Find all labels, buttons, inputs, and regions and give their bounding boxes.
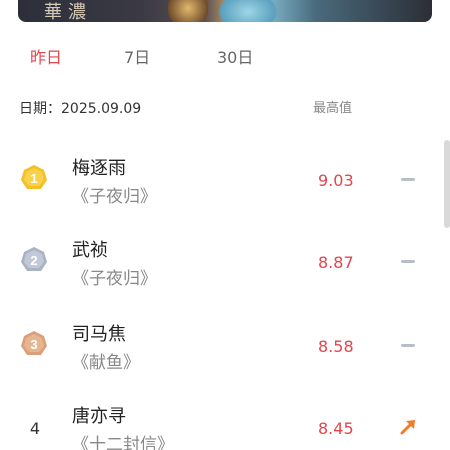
list-item[interactable]: 4 唐亦寻 《十二封信》 8.45: [0, 386, 450, 450]
score-value: 8.45: [318, 419, 354, 438]
ranking-page: 華濃 昨日 7日 30日 日期：2025.09.09 最高值 1 梅逐雨 《子夜…: [0, 0, 450, 450]
person-name: 武祯: [72, 240, 108, 261]
score-value: 8.87: [318, 253, 354, 272]
date-row: 日期：2025.09.09 最高值: [19, 98, 429, 120]
banner-figure: [168, 0, 208, 22]
score-value: 9.03: [318, 171, 354, 190]
max-value-header: 最高值: [313, 101, 353, 116]
list-item[interactable]: 3 司马焦 《献鱼》 8.58: [0, 304, 450, 384]
tab-30-days[interactable]: 30日: [217, 44, 253, 72]
banner-figure: [213, 0, 283, 22]
svg-text:2: 2: [30, 253, 37, 268]
person-name: 唐亦寻: [72, 406, 126, 427]
date-label: 日期：2025.09.09: [19, 101, 142, 117]
bronze-medal-icon: 3: [21, 331, 47, 355]
banner-image[interactable]: 華濃: [18, 0, 432, 22]
svg-text:1: 1: [30, 171, 37, 186]
person-name: 司马焦: [72, 324, 126, 345]
trend-flat-icon: [401, 344, 415, 347]
gold-medal-icon: 1: [21, 165, 47, 189]
list-item[interactable]: 2 武祯 《子夜归》 8.87: [0, 222, 450, 302]
period-tabs: 昨日 7日 30日: [0, 44, 450, 72]
drama-name: 《十二封信》: [72, 435, 174, 450]
list-item[interactable]: 1 梅逐雨 《子夜归》 9.03: [0, 140, 450, 220]
silver-medal-icon: 2: [21, 247, 47, 271]
svg-text:3: 3: [30, 337, 37, 352]
drama-name: 《献鱼》: [72, 353, 140, 373]
scrollbar[interactable]: [444, 140, 450, 228]
score-value: 8.58: [318, 337, 354, 356]
trend-up-icon: [400, 420, 415, 435]
tab-7-days[interactable]: 7日: [124, 44, 150, 72]
rank-number: 4: [29, 419, 41, 438]
banner-calligraphy: 華濃: [44, 2, 92, 22]
trend-flat-icon: [401, 260, 415, 263]
trend-flat-icon: [401, 178, 415, 181]
tab-yesterday[interactable]: 昨日: [30, 44, 62, 72]
person-name: 梅逐雨: [72, 158, 126, 179]
drama-name: 《子夜归》: [72, 269, 157, 289]
drama-name: 《子夜归》: [72, 187, 157, 207]
